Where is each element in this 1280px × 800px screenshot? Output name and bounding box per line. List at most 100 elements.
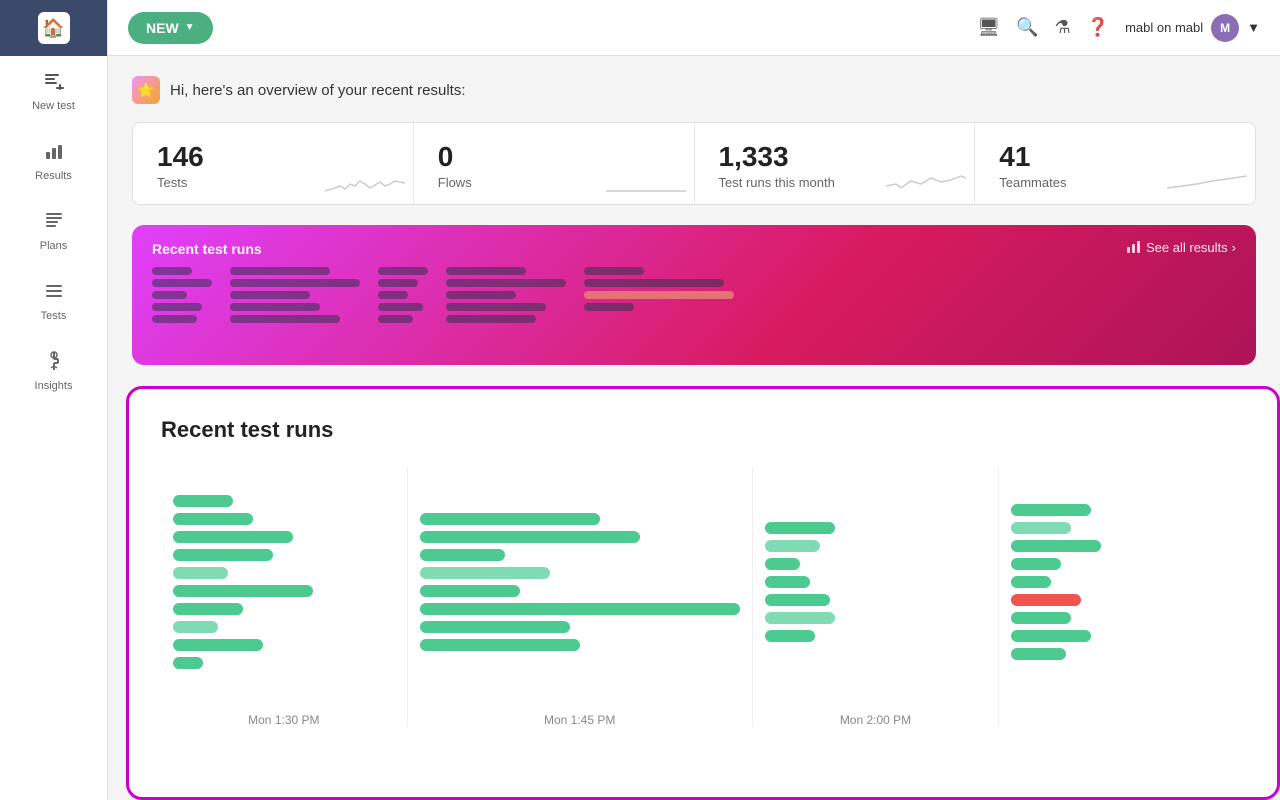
help-icon[interactable]: ❓	[1087, 17, 1109, 38]
banner-bar	[378, 279, 418, 287]
banner-bar	[230, 267, 330, 275]
main-content: NEW ▼ 🖥 🔍 ⚗ ❓ mabl on mabl M ▼	[108, 0, 1280, 800]
tl-bar-light	[420, 567, 550, 579]
banner-bar	[152, 303, 202, 311]
sidebar: 🏠 New test	[0, 0, 108, 800]
sidebar-item-results[interactable]: Results	[0, 126, 107, 196]
greeting-text: Hi, here's an overview of your recent re…	[170, 82, 466, 99]
stat-card-test-runs: 1,333 Test runs this month	[695, 123, 976, 204]
new-button-arrow: ▼	[185, 22, 195, 33]
tl-bar	[420, 513, 600, 525]
bar-chart-icon	[1126, 239, 1142, 255]
banner-bar	[378, 267, 428, 275]
tl-bar	[173, 585, 313, 597]
tl-bar	[420, 639, 580, 651]
tl-bar-light	[765, 612, 835, 624]
sidebar-logo: 🏠	[0, 0, 107, 56]
monitor-icon[interactable]: 🖥	[977, 17, 1000, 38]
banner-bar	[230, 291, 310, 299]
greeting: 🌟 Hi, here's an overview of your recent …	[132, 76, 1256, 104]
banner-col-2	[230, 267, 360, 323]
sidebar-label-tests: Tests	[41, 310, 67, 322]
sidebar-item-new-test[interactable]: New test	[0, 56, 107, 126]
tl-bar	[420, 621, 570, 633]
tl-bar	[173, 549, 273, 561]
tl-bar	[1011, 576, 1051, 588]
home-icon: 🏠	[42, 18, 64, 39]
stat-card-flows: 0 Flows	[414, 123, 695, 204]
user-initials: M	[1220, 21, 1230, 35]
user-badge[interactable]: mabl on mabl M ▼	[1125, 14, 1260, 42]
banner-bar	[378, 315, 413, 323]
banner-bar	[584, 267, 644, 275]
top-bar-actions: 🖥 🔍 ⚗ ❓ mabl on mabl M ▼	[977, 14, 1260, 42]
sidebar-item-tests[interactable]: Tests	[0, 266, 107, 336]
recent-runs-card-title: Recent test runs	[161, 417, 1245, 443]
timeline-col-4	[999, 467, 1245, 727]
timeline-label-1: Mon 1:30 PM	[248, 713, 319, 727]
stat-card-teammates: 41 Teammates	[975, 123, 1255, 204]
tl-bar	[173, 513, 253, 525]
search-icon[interactable]: 🔍	[1016, 17, 1038, 38]
banner-bar	[446, 279, 566, 287]
banner-col-3	[378, 267, 428, 323]
timeline-col-1: Mon 1:30 PM	[161, 467, 408, 727]
tl-bar	[173, 639, 263, 651]
tl-bar	[765, 558, 800, 570]
recent-runs-banner: Recent test runs See all results ›	[132, 225, 1256, 365]
greeting-icon: 🌟	[132, 76, 160, 104]
banner-bar	[152, 315, 197, 323]
tl-bar-light	[173, 567, 228, 579]
sidebar-item-insights[interactable]: Insights	[0, 336, 107, 406]
see-all-results-btn[interactable]: See all results ›	[1126, 239, 1236, 255]
banner-bar	[230, 303, 320, 311]
home-icon-container: 🏠	[38, 12, 70, 44]
tl-bar	[1011, 612, 1071, 624]
banner-bar	[446, 291, 516, 299]
timeline-label-2: Mon 1:45 PM	[544, 713, 615, 727]
sidebar-label-new-test: New test	[32, 100, 75, 112]
tests-icon	[43, 280, 65, 306]
sidebar-label-plans: Plans	[40, 240, 68, 252]
banner-bar	[378, 291, 408, 299]
tl-bar	[1011, 504, 1091, 516]
tl-bar-red	[1011, 594, 1081, 606]
user-dropdown-arrow: ▼	[1247, 20, 1260, 35]
stats-row: 146 Tests 0 Flows 1,333 Test runs this m…	[132, 122, 1256, 205]
recent-runs-banner-title: Recent test runs	[152, 241, 1236, 257]
filter-icon[interactable]: ⚗	[1055, 17, 1071, 38]
sparkline-tests	[325, 166, 405, 196]
banner-bar	[230, 279, 360, 287]
banner-col-5	[584, 267, 734, 323]
dashboard: 🌟 Hi, here's an overview of your recent …	[108, 56, 1280, 800]
banner-bar-red	[584, 291, 734, 299]
recent-runs-card: Recent test runs	[126, 386, 1280, 800]
tl-bar	[765, 630, 815, 642]
banner-bar	[378, 303, 423, 311]
tl-bar	[173, 657, 203, 669]
new-button[interactable]: NEW ▼	[128, 12, 213, 44]
banner-col-1	[152, 267, 212, 323]
tl-bar	[1011, 558, 1061, 570]
plans-icon	[43, 210, 65, 236]
stat-card-tests: 146 Tests	[133, 123, 414, 204]
sidebar-label-results: Results	[35, 170, 72, 182]
banner-bar	[584, 303, 634, 311]
tl-bar	[173, 495, 233, 507]
timeline-label-3: Mon 2:00 PM	[840, 713, 911, 727]
banner-bars	[152, 267, 1236, 323]
banner-col-4	[446, 267, 566, 323]
see-all-arrow: ›	[1232, 240, 1236, 255]
tl-bar	[765, 594, 830, 606]
tl-bar	[420, 585, 520, 597]
sidebar-label-insights: Insights	[35, 380, 73, 392]
tl-bar	[173, 603, 243, 615]
sidebar-item-plans[interactable]: Plans	[0, 196, 107, 266]
banner-bar	[152, 279, 212, 287]
tl-bar	[765, 522, 835, 534]
user-avatar: M	[1211, 14, 1239, 42]
tl-bar-light	[173, 621, 218, 633]
tl-bar	[765, 576, 810, 588]
banner-bar	[446, 267, 526, 275]
tl-bar	[1011, 540, 1101, 552]
